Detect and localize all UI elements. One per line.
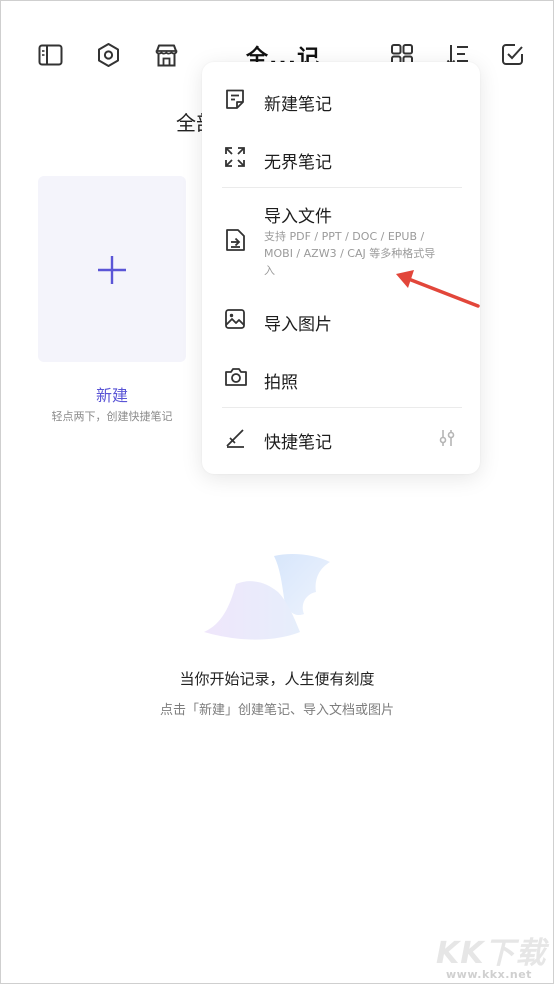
menu-item-label: 无界笔记 [264, 153, 332, 173]
menu-item-label: 导入文件 [264, 207, 332, 227]
empty-state-subtitle: 点击「新建」创建笔记、导入文档或图片 [159, 703, 394, 718]
empty-state-illustration-icon [196, 548, 336, 652]
menu-item-label: 快捷笔记 [264, 433, 332, 453]
watermark-url: www.kkx.net [446, 968, 532, 981]
menu-item-label: 导入图片 [264, 315, 332, 335]
new-note-hint: 轻点两下，创建快捷笔记 [51, 410, 173, 423]
image-icon [224, 308, 246, 334]
sliders-icon[interactable] [438, 428, 456, 448]
menu-item-new-note[interactable]: 新建笔记 [202, 62, 480, 128]
new-note-label[interactable]: 新建 [0, 382, 224, 406]
menu-item-infinite-note[interactable]: 无界笔记 [202, 128, 480, 186]
import-file-icon [224, 228, 246, 256]
new-note-card[interactable] [38, 176, 186, 362]
new-note-icon [224, 88, 246, 114]
empty-state-title: 当你开始记录，人生便有刻度 [179, 670, 375, 688]
store-icon[interactable] [154, 43, 179, 68]
menu-item-quick-note[interactable]: 快捷笔记 [202, 408, 480, 468]
sidebar-icon[interactable] [38, 43, 63, 67]
expand-icon [224, 146, 246, 172]
watermark: KK下载 www.kkx.net [436, 928, 547, 981]
annotation-arrow-icon [390, 264, 482, 314]
settings-icon[interactable] [96, 42, 121, 68]
watermark-text: KK下载 [436, 936, 547, 971]
menu-item-label: 新建笔记 [264, 95, 332, 115]
plus-icon [96, 254, 128, 290]
menu-item-camera[interactable]: 拍照 [202, 348, 480, 406]
select-icon[interactable] [501, 43, 525, 67]
quick-note-icon [224, 427, 246, 453]
camera-icon [224, 366, 248, 392]
menu-item-label: 拍照 [264, 373, 298, 393]
